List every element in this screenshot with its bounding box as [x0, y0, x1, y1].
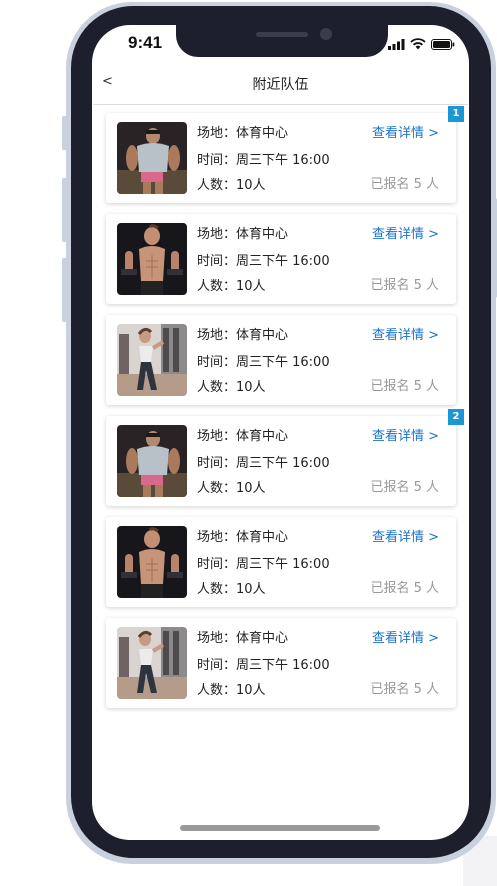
people-text: 人数：10人 [197, 279, 266, 294]
venue-text: 场地：体育中心 [197, 227, 289, 242]
stage: 9:41 < 附近队伍 场地：体育中心 时间：周三下午 16:00 人数：10人… [0, 0, 497, 886]
people-text: 人数：10人 [197, 582, 266, 597]
card-photo [117, 425, 187, 497]
venue-text: 场地：体育中心 [197, 530, 289, 545]
team-card[interactable]: 场地：体育中心 时间：周三下午 16:00 人数：10人 查看详情 > 已报名 … [106, 113, 456, 203]
venue-text: 场地：体育中心 [197, 328, 289, 343]
card-photo [117, 122, 187, 194]
card-photo [117, 223, 187, 295]
team-card[interactable]: 场地：体育中心 时间：周三下午 16:00 人数：10人 查看详情 > 已报名 … [106, 618, 456, 708]
people-text: 人数：10人 [197, 481, 266, 496]
team-card[interactable]: 场地：体育中心 时间：周三下午 16:00 人数：10人 查看详情 > 已报名 … [106, 517, 456, 607]
signed-up-count: 已报名 5 人 [370, 581, 439, 596]
view-details-link[interactable]: 查看详情 > [372, 526, 439, 545]
time-text: 时间：周三下午 16:00 [197, 557, 330, 572]
status-icons [388, 38, 455, 50]
dumbbell-man-photo [117, 223, 187, 295]
gym-woman-photo [117, 627, 187, 699]
signed-up-count: 已报名 5 人 [370, 278, 439, 293]
view-details-link[interactable]: 查看详情 > [372, 324, 439, 343]
signal-icon [388, 38, 405, 50]
signed-up-count: 已报名 5 人 [370, 177, 439, 192]
people-text: 人数：10人 [197, 683, 266, 698]
team-card[interactable]: 场地：体育中心 时间：周三下午 16:00 人数：10人 查看详情 > 已报名 … [106, 416, 456, 506]
gym-woman-photo [117, 324, 187, 396]
page-badge-1: 1 [448, 106, 464, 122]
dumbbell-man-photo [117, 526, 187, 598]
time-text: 时间：周三下午 16:00 [197, 658, 330, 673]
wifi-icon [410, 38, 426, 50]
card-photo [117, 627, 187, 699]
home-indicator[interactable] [180, 825, 380, 831]
team-card[interactable]: 场地：体育中心 时间：周三下午 16:00 人数：10人 查看详情 > 已报名 … [106, 315, 456, 405]
signed-up-count: 已报名 5 人 [370, 682, 439, 697]
signed-up-count: 已报名 5 人 [370, 480, 439, 495]
people-text: 人数：10人 [197, 380, 266, 395]
card-photo [117, 324, 187, 396]
bodybuilder-photo [117, 122, 187, 194]
page-badge-2: 2 [448, 409, 464, 425]
battery-icon [431, 38, 455, 50]
view-details-link[interactable]: 查看详情 > [372, 627, 439, 646]
team-card[interactable]: 场地：体育中心 时间：周三下午 16:00 人数：10人 查看详情 > 已报名 … [106, 214, 456, 304]
venue-text: 场地：体育中心 [197, 631, 289, 646]
status-time: 9:41 [128, 33, 163, 52]
bodybuilder-photo [117, 425, 187, 497]
view-details-link[interactable]: 查看详情 > [372, 425, 439, 444]
signed-up-count: 已报名 5 人 [370, 379, 439, 394]
nav-bar: < 附近队伍 [93, 66, 468, 105]
people-text: 人数：10人 [197, 178, 266, 193]
front-camera [320, 28, 332, 40]
venue-text: 场地：体育中心 [197, 126, 289, 141]
time-text: 时间：周三下午 16:00 [197, 456, 330, 471]
time-text: 时间：周三下午 16:00 [197, 153, 330, 168]
speaker [256, 32, 308, 37]
card-photo [117, 526, 187, 598]
view-details-link[interactable]: 查看详情 > [372, 223, 439, 242]
page-title: 附近队伍 [252, 77, 309, 93]
venue-text: 场地：体育中心 [197, 429, 289, 444]
time-text: 时间：周三下午 16:00 [197, 355, 330, 370]
view-details-link[interactable]: 查看详情 > [372, 122, 439, 141]
time-text: 时间：周三下午 16:00 [197, 254, 330, 269]
notch [176, 23, 388, 57]
